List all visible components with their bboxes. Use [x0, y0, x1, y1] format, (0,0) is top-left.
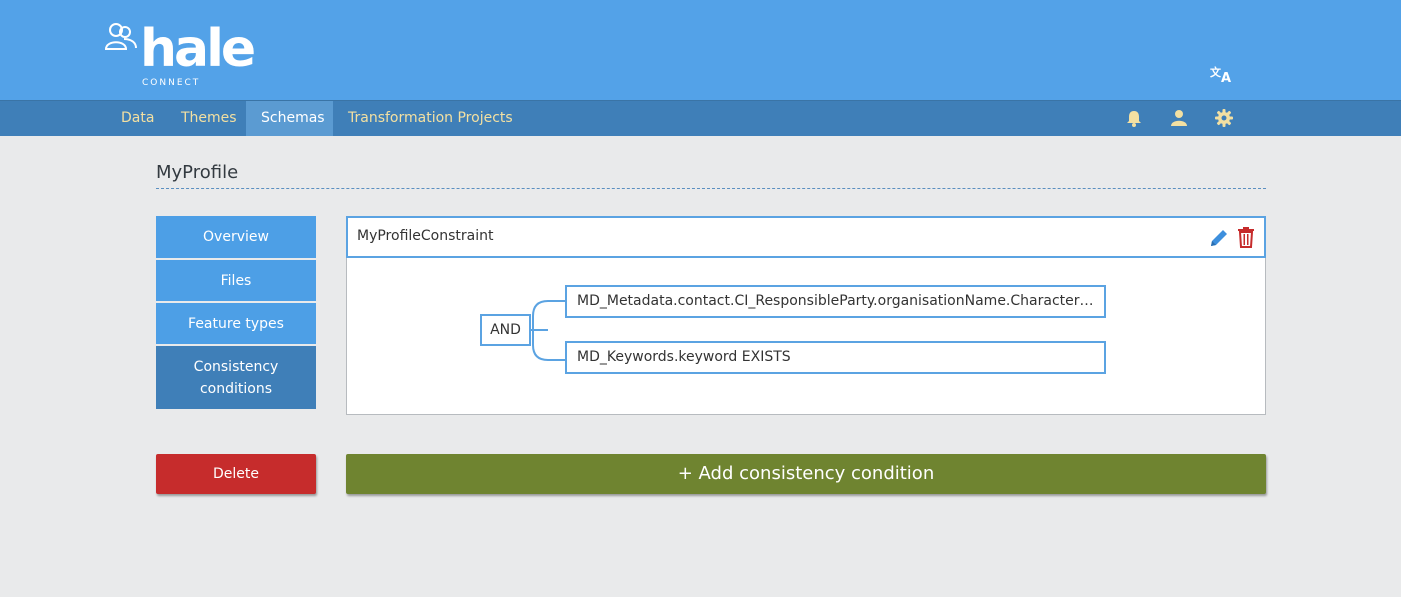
nav-item-transformation-projects[interactable]: Transformation Projects: [333, 101, 528, 136]
logo-subtext: CONNECT: [142, 78, 201, 88]
page-title: MyProfile: [156, 162, 239, 183]
nav-item-data[interactable]: Data: [106, 101, 169, 136]
constraint-name: MyProfileConstraint: [357, 228, 494, 244]
bell-icon[interactable]: [1124, 108, 1144, 128]
hale-connect-logo[interactable]: hale CONNECT: [104, 18, 256, 93]
app-header: hale CONNECT 文 A: [0, 0, 1401, 100]
sidebar-item-overview[interactable]: Overview: [156, 216, 316, 258]
condition-item[interactable]: MD_Metadata.contact.CI_ResponsibleParty.…: [565, 285, 1106, 318]
title-divider: [156, 188, 1266, 189]
constraint-header: MyProfileConstraint: [346, 216, 1266, 258]
nav-item-schemas[interactable]: Schemas: [246, 101, 333, 136]
sidebar-item-feature-types[interactable]: Feature types: [156, 303, 316, 344]
condition-item[interactable]: MD_Keywords.keyword EXISTS: [565, 341, 1106, 374]
nav-item-themes[interactable]: Themes: [166, 101, 252, 136]
sidebar-item-consistency-conditions[interactable]: Consistency conditions: [156, 346, 316, 409]
users-logo-icon: [104, 23, 137, 50]
gear-icon[interactable]: [1214, 108, 1234, 128]
and-operator[interactable]: AND: [480, 314, 531, 346]
main-nav: Data Themes Schemas Transformation Proje…: [0, 100, 1401, 136]
trash-icon[interactable]: [1236, 226, 1256, 248]
add-consistency-condition-button[interactable]: + Add consistency condition: [346, 454, 1266, 494]
delete-button[interactable]: Delete: [156, 454, 316, 494]
translate-icon[interactable]: 文 A: [1206, 62, 1236, 86]
svg-text:A: A: [1221, 71, 1231, 86]
pencil-icon[interactable]: [1208, 227, 1230, 249]
logo-wordmark: hale: [140, 19, 256, 79]
sidebar-item-files[interactable]: Files: [156, 260, 316, 301]
user-icon[interactable]: [1169, 108, 1189, 128]
